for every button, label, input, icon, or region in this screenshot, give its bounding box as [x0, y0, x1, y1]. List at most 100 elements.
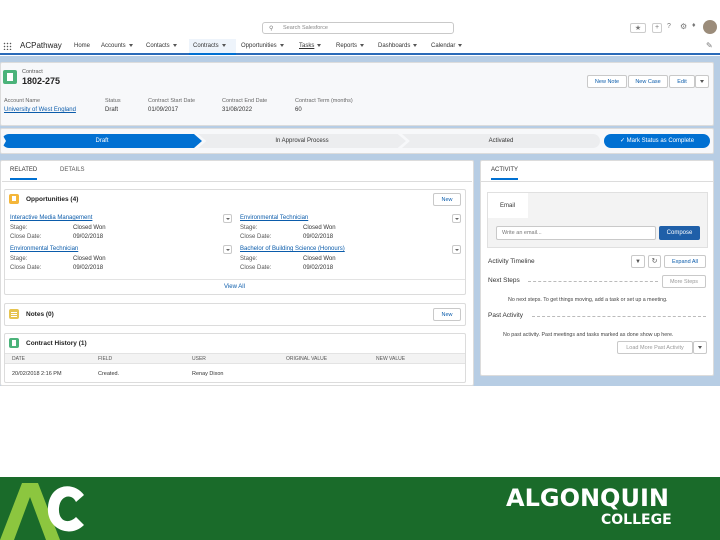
opportunity-date: 09/02/2018: [73, 234, 104, 240]
opportunity-row-menu[interactable]: [223, 214, 232, 223]
avatar[interactable]: [703, 20, 717, 34]
opportunity-name[interactable]: Bachelor of Building Science (Honours): [240, 246, 345, 252]
history-col-field: FIELD: [98, 356, 113, 362]
past-activity-label: Past Activity: [488, 312, 524, 319]
record-title: 1802-275: [22, 76, 61, 86]
help-icon[interactable]: ?: [667, 23, 671, 30]
email-placeholder: Write an email...: [502, 230, 542, 236]
add-icon[interactable]: +: [652, 23, 662, 33]
opportunity-name[interactable]: Environmental Technician: [10, 246, 78, 252]
tabs-divider: [2, 181, 472, 182]
tab-related[interactable]: RELATED: [10, 167, 38, 180]
email-input[interactable]: Write an email...: [496, 226, 656, 240]
new-note-button[interactable]: New Note: [587, 75, 627, 88]
opportunity-date: 09/02/2018: [73, 265, 104, 271]
past-activity-empty: No past activity. Past meetings and task…: [503, 332, 674, 338]
tab-email[interactable]: Email: [488, 193, 528, 218]
opportunity-date-label: Close Date:: [240, 265, 272, 271]
opportunities-title: Opportunities (4): [26, 196, 79, 203]
settings-icon[interactable]: ⚙: [680, 22, 687, 31]
activity-divider: [481, 181, 713, 182]
algonquin-logo-mark: [0, 483, 84, 540]
app-launcher-icon[interactable]: [3, 42, 12, 50]
chevron-down-icon: [413, 43, 418, 47]
opportunity-name[interactable]: Environmental Technician: [240, 215, 308, 221]
opportunity-date-label: Close Date:: [240, 234, 272, 240]
path-step-draft[interactable]: Draft: [2, 134, 202, 148]
history-title: Contract History (1): [26, 340, 87, 347]
notes-card: [4, 303, 466, 326]
opportunities-divider: [5, 279, 465, 280]
opportunity-stage: Closed Won: [303, 256, 336, 262]
opportunities-new-button[interactable]: New: [433, 193, 461, 206]
compose-button[interactable]: Compose: [659, 226, 700, 240]
notes-new-button[interactable]: New: [433, 308, 461, 321]
history-col-new: NEW VALUE: [376, 356, 406, 362]
more-steps-button[interactable]: More Steps: [662, 275, 706, 288]
field-term-label: Contract Term (months): [295, 98, 353, 104]
filter-icon[interactable]: ▼: [631, 255, 645, 268]
tab-activity[interactable]: ACTIVITY: [491, 167, 519, 180]
next-steps-label: Next Steps: [488, 277, 520, 284]
nav-item-home[interactable]: Home: [74, 43, 90, 49]
notes-title: Notes (0): [26, 311, 54, 318]
chevron-down-icon: [128, 43, 133, 47]
opportunity-stage: Closed Won: [73, 225, 106, 231]
nav-item-tasks[interactable]: Tasks: [299, 43, 322, 49]
load-more-button[interactable]: Load More Past Activity: [617, 341, 693, 354]
opportunity-stage-label: Stage:: [10, 225, 28, 231]
path-step-in-approval[interactable]: In Approval Process: [198, 134, 406, 148]
opportunity-row-menu[interactable]: [452, 214, 461, 223]
expand-all-button[interactable]: Expand All: [664, 255, 706, 268]
history-icon: [9, 338, 19, 348]
nav-item-contracts[interactable]: Contracts: [189, 39, 236, 55]
edit-nav-icon[interactable]: ✎: [706, 41, 713, 50]
field-account-value[interactable]: University of West England: [4, 107, 76, 113]
opportunity-date-label: Close Date:: [10, 265, 42, 271]
tab-details[interactable]: DETAILS: [60, 167, 85, 173]
nav-item-accounts[interactable]: Accounts: [101, 43, 133, 49]
history-cell-date: 20/02/2018 2:16 PM: [12, 371, 62, 377]
chevron-down-icon: [700, 80, 704, 84]
refresh-icon[interactable]: ↻: [648, 255, 661, 268]
nav-item-calendar[interactable]: Calendar: [431, 43, 463, 49]
nav-item-reports[interactable]: Reports: [336, 43, 365, 49]
history-col-original: ORIGINAL VALUE: [286, 356, 328, 362]
notifications-icon[interactable]: ♦: [692, 22, 696, 29]
favorites-icon[interactable]: ★: [630, 23, 646, 33]
nav-item-opportunities[interactable]: Opportunities: [241, 43, 284, 49]
history-cell-user: Renay Dixon: [192, 371, 224, 377]
nav-item-dashboards[interactable]: Dashboards: [378, 43, 418, 49]
chevron-down-icon: [317, 43, 322, 47]
opportunity-name[interactable]: Interactive Media Management: [10, 215, 92, 221]
opportunity-date: 09/02/2018: [303, 265, 334, 271]
brand-subtitle: COLLEGE: [601, 512, 672, 528]
next-steps-line: [528, 281, 658, 282]
search-input[interactable]: ⚲ Search Salesforce: [262, 22, 454, 34]
edit-button[interactable]: Edit: [669, 75, 695, 88]
new-case-button[interactable]: New Case: [628, 75, 668, 88]
app-name: ACPathway: [20, 41, 62, 50]
opportunity-stage-label: Stage:: [10, 256, 28, 262]
opportunities-view-all-link[interactable]: View All: [224, 284, 245, 290]
history-col-date: DATE: [12, 356, 25, 362]
opportunity-stage: Closed Won: [73, 256, 106, 262]
notes-icon: [9, 309, 19, 319]
opportunity-row-menu[interactable]: [223, 245, 232, 254]
opportunity-stage-label: Stage:: [240, 256, 258, 262]
nav-item-contacts[interactable]: Contacts: [146, 43, 177, 49]
field-status-label: Status: [105, 98, 121, 104]
opportunity-row-menu[interactable]: [452, 245, 461, 254]
activity-timeline-label: Activity Timeline: [488, 258, 535, 265]
load-more-dropdown[interactable]: [693, 341, 707, 354]
field-end-label: Contract End Date: [222, 98, 268, 104]
chevron-down-icon: [698, 346, 702, 350]
path-step-activated[interactable]: Activated: [402, 134, 600, 148]
brand-name: ALGONQUIN: [506, 484, 669, 512]
next-steps-empty: No next steps. To get things moving, add…: [508, 297, 668, 303]
chevron-down-icon: [172, 43, 177, 47]
field-status-value: Draft: [105, 107, 119, 113]
field-end-value: 31/08/2022: [222, 107, 253, 113]
mark-complete-button[interactable]: ✓ Mark Status as Complete: [604, 134, 710, 148]
more-actions-button[interactable]: [695, 75, 709, 88]
